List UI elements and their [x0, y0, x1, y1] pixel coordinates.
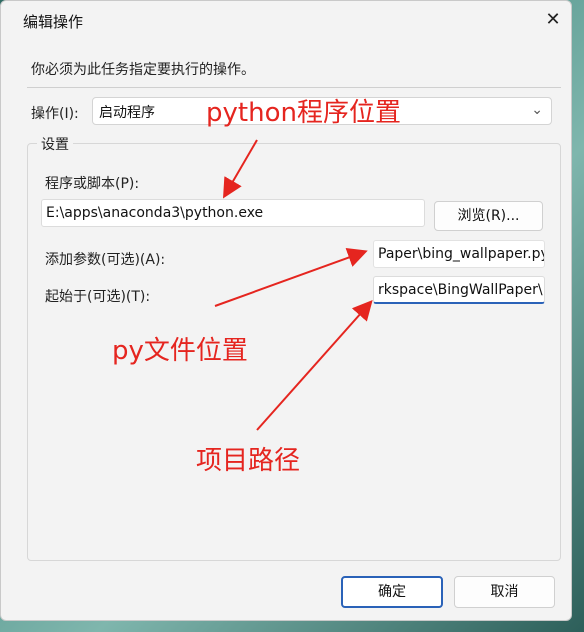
annotation-py-file-location: py文件位置: [112, 336, 248, 366]
arrow-to-args: [214, 248, 368, 307]
annotation-project-path: 项目路径: [196, 446, 301, 476]
arrow-to-start-in: [256, 300, 373, 431]
arrow-to-program: [222, 139, 258, 199]
annotation-python-location: python程序位置: [206, 98, 401, 128]
